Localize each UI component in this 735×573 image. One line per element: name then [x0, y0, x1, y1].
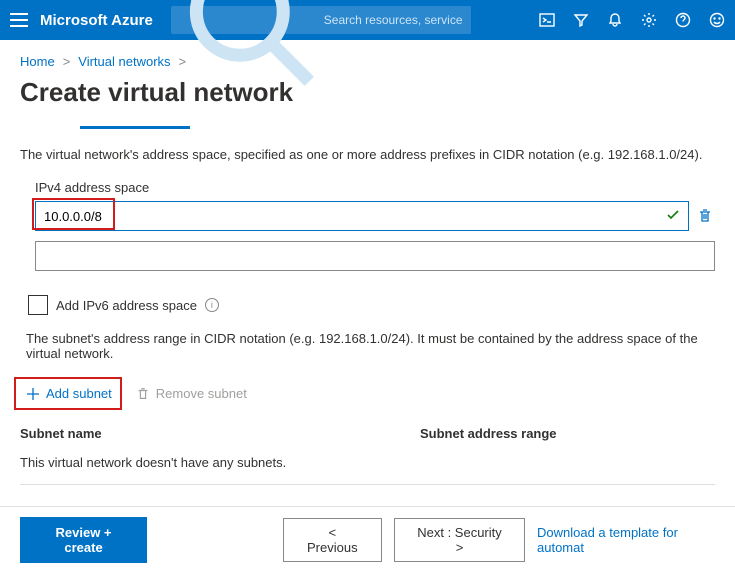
ipv6-checkbox-label: Add IPv6 address space — [56, 298, 197, 313]
filter-icon[interactable] — [573, 12, 589, 28]
plus-icon — [26, 387, 40, 401]
menu-icon[interactable] — [10, 13, 28, 27]
trash-icon — [136, 387, 150, 401]
notifications-icon[interactable] — [607, 12, 623, 28]
next-button[interactable]: Next : Security > — [394, 518, 525, 562]
active-tab-indicator — [80, 126, 190, 129]
settings-icon[interactable] — [641, 12, 657, 28]
add-subnet-button[interactable]: Add subnet — [20, 383, 118, 404]
remove-subnet-label: Remove subnet — [156, 386, 247, 401]
add-subnet-label: Add subnet — [46, 386, 112, 401]
breadcrumb-home[interactable]: Home — [20, 54, 55, 69]
global-search[interactable] — [171, 6, 471, 34]
ipv6-checkbox[interactable] — [28, 295, 48, 315]
ipv4-label: IPv4 address space — [35, 180, 715, 195]
info-icon[interactable]: i — [205, 298, 219, 312]
delete-icon[interactable] — [695, 208, 715, 224]
column-subnet-name: Subnet name — [20, 426, 420, 441]
feedback-icon[interactable] — [709, 12, 725, 28]
previous-button[interactable]: < Previous — [283, 518, 382, 562]
cloud-shell-icon[interactable] — [539, 12, 555, 28]
download-template-link[interactable]: Download a template for automat — [537, 525, 715, 555]
checkmark-icon — [665, 207, 681, 223]
breadcrumb-vnet[interactable]: Virtual networks — [78, 54, 170, 69]
help-icon[interactable] — [675, 12, 691, 28]
address-space-description: The virtual network's address space, spe… — [20, 147, 715, 162]
empty-subnets-message: This virtual network doesn't have any su… — [20, 455, 715, 485]
search-input[interactable] — [324, 13, 463, 27]
column-subnet-range: Subnet address range — [420, 426, 557, 441]
breadcrumb: Home > Virtual networks > — [20, 54, 715, 69]
page-title: Create virtual network — [20, 77, 715, 108]
ipv4-address-input-2[interactable] — [35, 241, 715, 271]
brand-label: Microsoft Azure — [40, 12, 153, 29]
subnet-description: The subnet's address range in CIDR notat… — [26, 331, 715, 361]
review-create-button[interactable]: Review + create — [20, 517, 147, 563]
ipv4-address-input[interactable] — [35, 201, 689, 231]
remove-subnet-button: Remove subnet — [136, 386, 247, 401]
chevron-right-icon: > — [179, 54, 187, 69]
chevron-right-icon: > — [63, 54, 71, 69]
